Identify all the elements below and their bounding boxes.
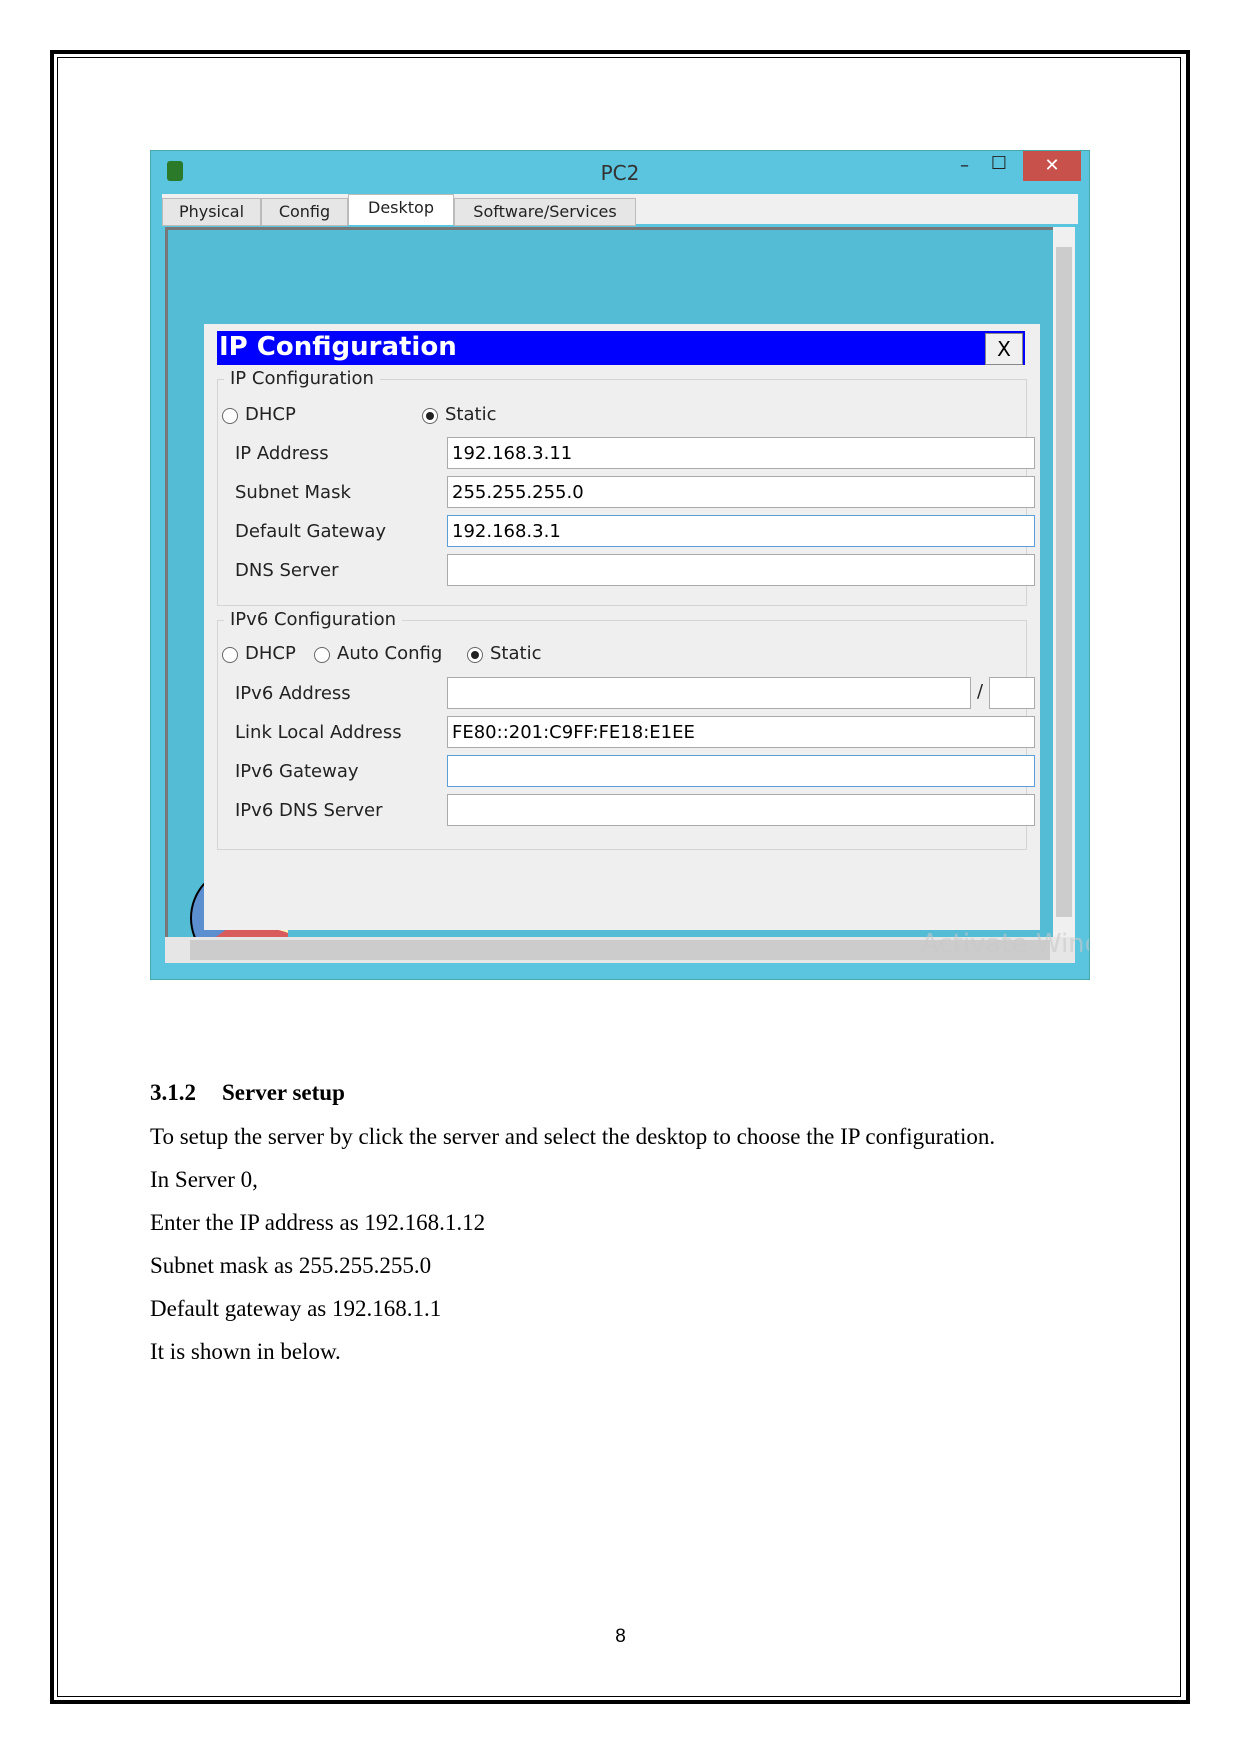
- dialog-header: IP Configuration X: [217, 331, 1025, 365]
- ipv4-static-radio[interactable]: [422, 408, 438, 424]
- ipv6-static-radio[interactable]: [467, 647, 483, 663]
- activate-windows-watermark: Activate Windows: [921, 929, 1089, 959]
- ipv6-dhcp-label: DHCP: [245, 643, 296, 664]
- minimize-button[interactable]: –: [960, 155, 969, 176]
- link-local-label: Link Local Address: [235, 722, 402, 743]
- default-gateway-label: Default Gateway: [235, 521, 387, 542]
- subnet-mask-input[interactable]: 255.255.255.0: [447, 476, 1035, 508]
- auto-config-label: Auto Config: [337, 643, 443, 664]
- ipv6-group: IPv6 Configuration DHCP Auto Config Stat…: [217, 609, 1035, 850]
- tab-desktop[interactable]: Desktop: [348, 194, 454, 225]
- ipv6-dhcp-radio[interactable]: [222, 647, 238, 663]
- tab-software-services[interactable]: Software/Services: [454, 198, 636, 226]
- paragraph-line: In Server 0,: [150, 1167, 258, 1192]
- ipv6-dns-input[interactable]: [447, 794, 1035, 826]
- section-title: Server setup: [222, 1080, 345, 1105]
- paragraph-line: To setup the server by click the server …: [150, 1124, 996, 1149]
- ipv6-address-label: IPv6 Address: [235, 683, 351, 704]
- tab-bar: Physical Config Desktop Software/Service…: [162, 194, 1078, 226]
- ipv4-dhcp-radio[interactable]: [222, 408, 238, 424]
- dhcp-label: DHCP: [245, 404, 296, 425]
- maximize-button[interactable]: ☐: [991, 153, 1007, 174]
- tab-physical[interactable]: Physical: [162, 198, 261, 226]
- default-gateway-input[interactable]: 192.168.3.1: [447, 515, 1035, 547]
- tab-config[interactable]: Config: [261, 198, 348, 226]
- dns-server-input[interactable]: [447, 554, 1035, 586]
- prefix-slash: /: [977, 681, 984, 702]
- paragraph-line: Enter the IP address as 192.168.1.12: [150, 1210, 486, 1235]
- ipv4-legend: IP Configuration: [224, 368, 380, 389]
- link-local-input[interactable]: FE80::201:C9FF:FE18:E1EE: [447, 716, 1035, 748]
- dns-server-label: DNS Server: [235, 560, 339, 581]
- ipv6-static-label: Static: [490, 643, 542, 664]
- dialog-close-button[interactable]: X: [985, 333, 1023, 365]
- desktop-area: IP Configuration X IP Configuration DHCP…: [165, 227, 1056, 943]
- paragraph-line: Subnet mask as 255.255.255.0: [150, 1253, 432, 1278]
- ipv6-legend: IPv6 Configuration: [224, 609, 403, 630]
- subnet-mask-label: Subnet Mask: [235, 482, 351, 503]
- paragraph-line: Default gateway as 192.168.1.1: [150, 1296, 442, 1321]
- ipv6-auto-config-radio[interactable]: [314, 647, 330, 663]
- ipv6-gateway-input[interactable]: [447, 755, 1035, 787]
- ipv4-group: IP Configuration DHCP Static IP Address …: [217, 368, 1035, 606]
- dialog-title: IP Configuration: [219, 332, 457, 362]
- section-number: 3.1.2: [150, 1080, 196, 1105]
- paragraph-line: It is shown in below.: [150, 1339, 341, 1364]
- ip-address-label: IP Address: [235, 443, 329, 464]
- close-button[interactable]: ✕: [1023, 151, 1081, 181]
- window-title: PC2: [600, 161, 640, 185]
- vertical-scrollbar[interactable]: [1053, 227, 1075, 937]
- ipv6-address-input[interactable]: [447, 677, 971, 709]
- page-number: 8: [615, 1626, 626, 1647]
- static-label: Static: [445, 404, 497, 425]
- ip-address-input[interactable]: 192.168.3.11: [447, 437, 1035, 469]
- scroll-thumb[interactable]: [1056, 247, 1072, 917]
- ipv6-dns-label: IPv6 DNS Server: [235, 800, 383, 821]
- ipv6-prefix-input[interactable]: [989, 677, 1035, 709]
- ip-configuration-dialog: IP Configuration X IP Configuration DHCP…: [204, 324, 1040, 930]
- ipv6-gateway-label: IPv6 Gateway: [235, 761, 359, 782]
- section-heading: 3.1.2 Server setup: [150, 1080, 345, 1106]
- title-bar: PC2 – ☐ ✕: [151, 151, 1089, 194]
- pc2-window: PC2 – ☐ ✕ Physical Config Desktop Softwa…: [150, 150, 1090, 980]
